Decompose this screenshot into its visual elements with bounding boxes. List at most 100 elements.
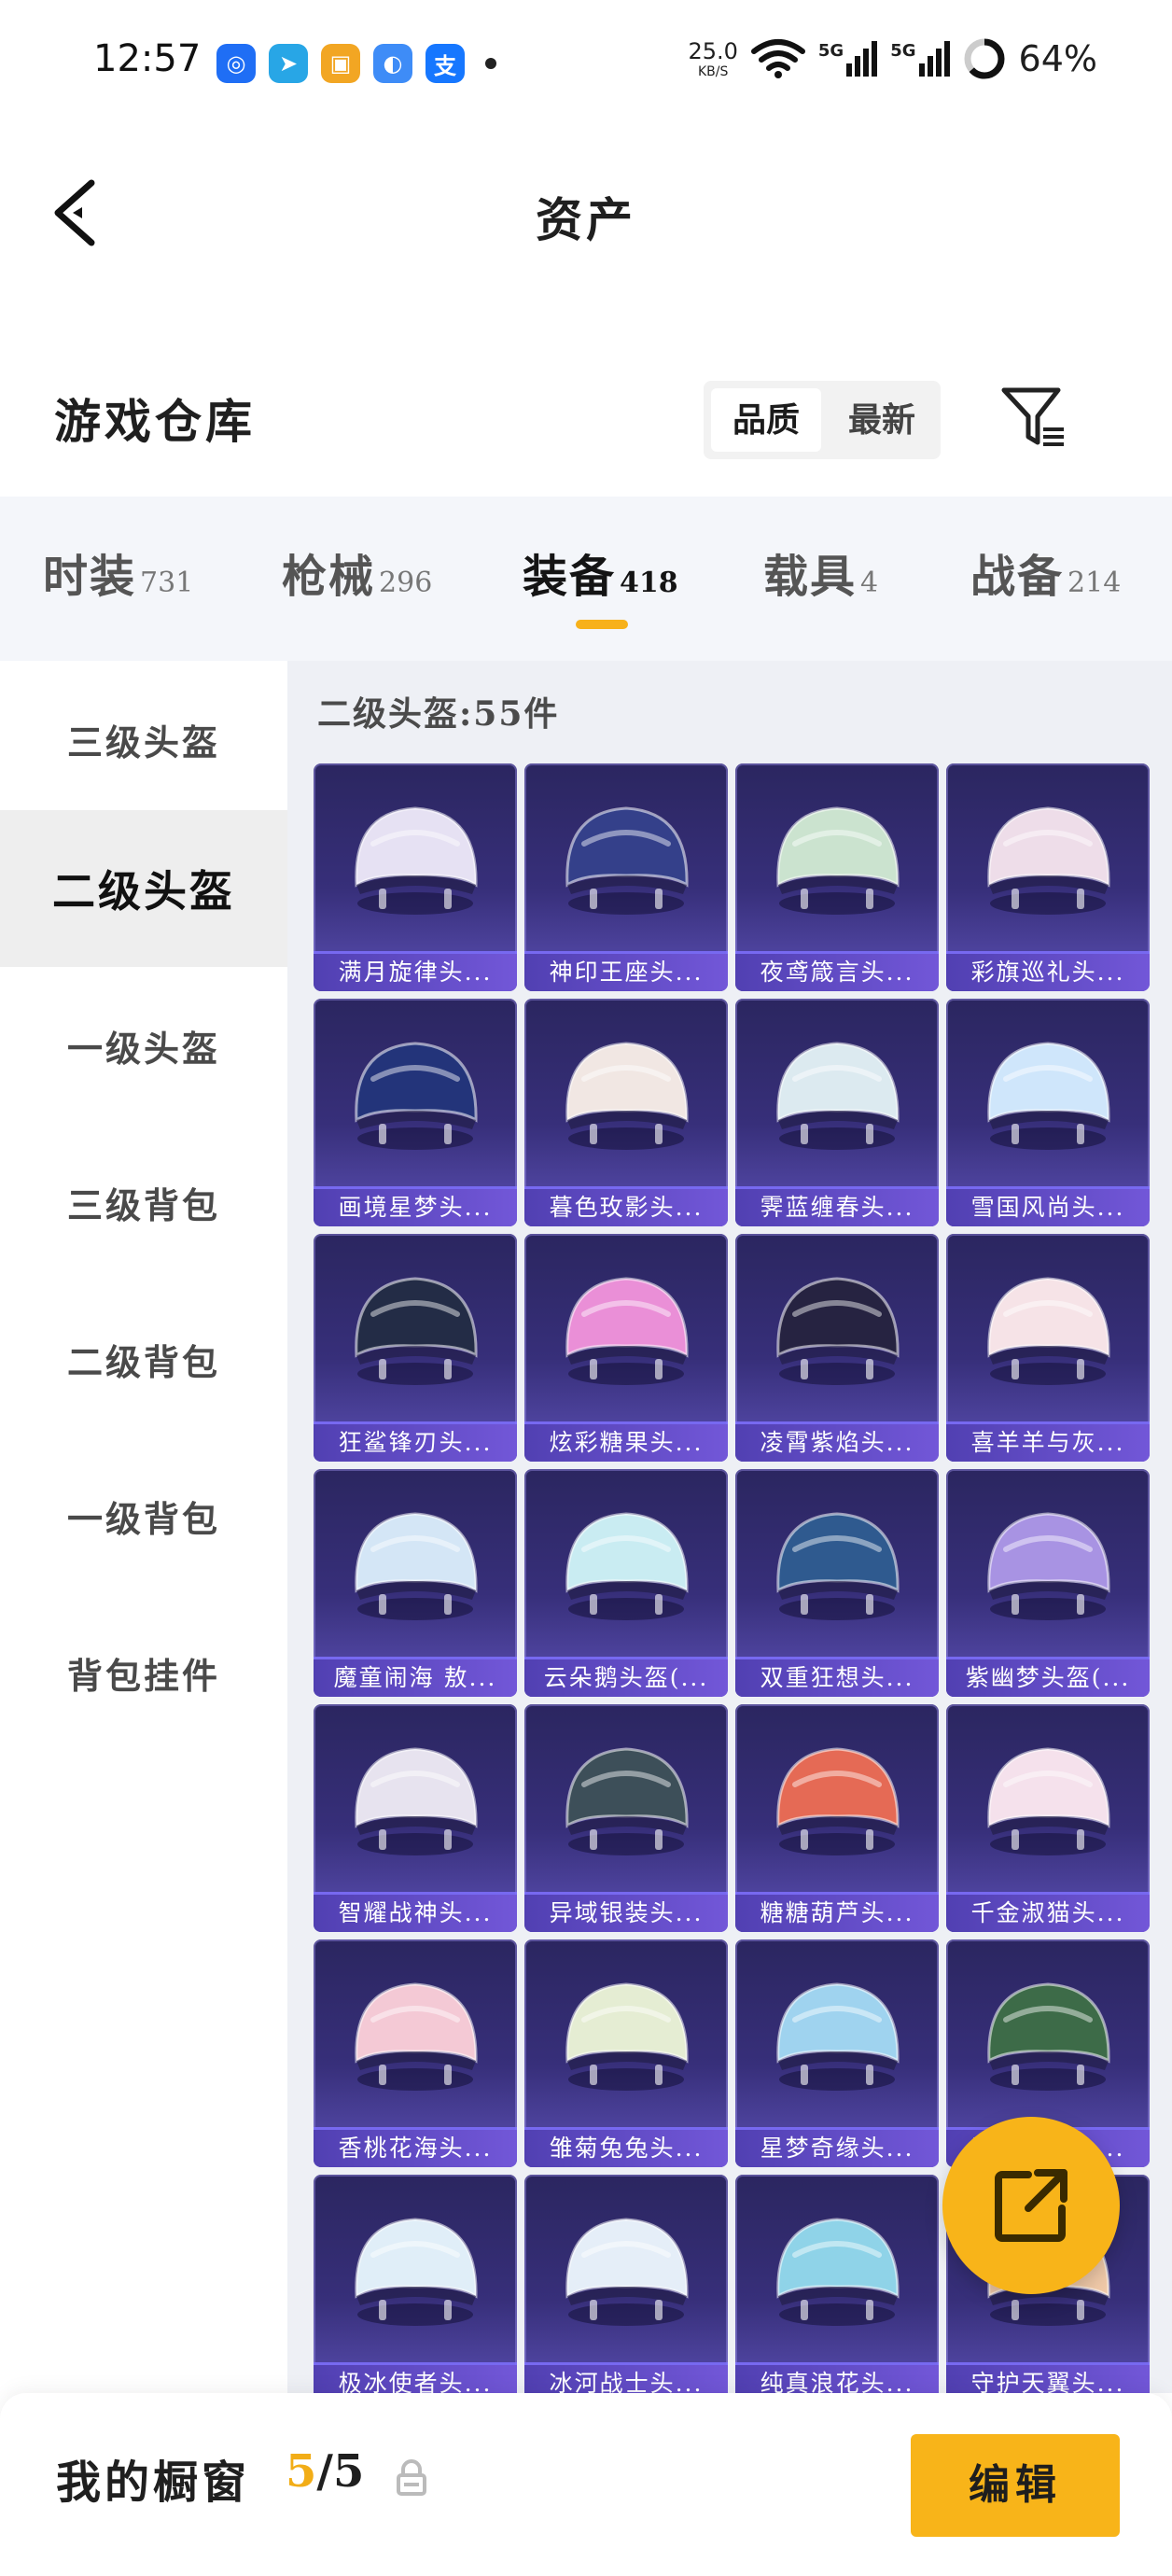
status-bar: 12:57 ◎ ➤ ▣ ◐ 支 25.0 KB/S 5G 5G 64% bbox=[0, 0, 1172, 131]
top-header: 资产 bbox=[0, 131, 1172, 308]
share-export-icon bbox=[995, 2169, 1067, 2242]
helmet-card[interactable]: 画境星梦头... bbox=[314, 999, 517, 1226]
helmet-card[interactable]: 满月旋律头... bbox=[314, 763, 517, 991]
helmet-card[interactable]: 夜鸢箴言头... bbox=[735, 763, 939, 991]
sidebar-item-level1-backpack[interactable]: 一级背包 bbox=[0, 1437, 287, 1594]
helmet-icon bbox=[565, 1042, 689, 1150]
tab-fashion[interactable]: 时装 731 bbox=[43, 539, 193, 605]
helmet-card[interactable]: 千金淑猫头... bbox=[946, 1704, 1150, 1932]
helmet-card-name: 凌霄紫焰头... bbox=[735, 1424, 939, 1462]
signal-5g-1-label: 5G bbox=[817, 41, 844, 61]
sidebar-item-level2-backpack[interactable]: 二级背包 bbox=[0, 1281, 287, 1437]
tab-vehicles[interactable]: 载具 4 bbox=[763, 539, 878, 605]
wifi-icon bbox=[750, 39, 805, 78]
helmet-card-name: 喜羊羊与灰... bbox=[946, 1424, 1150, 1462]
helmet-card[interactable]: 雏菊兔兔头... bbox=[524, 1939, 728, 2167]
edit-button[interactable]: 编辑 bbox=[911, 2434, 1120, 2537]
helmet-card[interactable]: 冰河战士头... bbox=[524, 2175, 728, 2393]
network-speed-unit: KB/S bbox=[697, 63, 729, 79]
tab-equipment-label: 装备 bbox=[523, 551, 617, 603]
signal-5g-2-label: 5G bbox=[890, 41, 916, 61]
helmet-icon bbox=[355, 1042, 478, 1150]
helmet-card[interactable]: 喜羊羊与灰... bbox=[946, 1234, 1150, 1462]
showcase-total: 5 bbox=[332, 2445, 365, 2498]
helmet-card[interactable]: 纯真浪花头... bbox=[735, 2175, 939, 2393]
helmet-card[interactable]: 雪国风尚头... bbox=[946, 999, 1150, 1226]
helmet-icon bbox=[355, 1277, 478, 1385]
helmet-icon bbox=[987, 806, 1110, 915]
helmet-icon bbox=[776, 2218, 900, 2326]
helmet-card-name: 冰河战士头... bbox=[524, 2365, 728, 2393]
helmet-card[interactable]: 香桃花海头... bbox=[314, 1939, 517, 2167]
helmet-card-name: 云朵鹅头盔(... bbox=[524, 1659, 728, 1697]
filter-icon[interactable] bbox=[1000, 385, 1067, 452]
helmet-card-name: 香桃花海头... bbox=[314, 2130, 517, 2167]
helmet-icon bbox=[565, 1512, 689, 1620]
helmet-card[interactable]: 极冰使者头... bbox=[314, 2175, 517, 2393]
helmet-card[interactable]: 魔童闹海 敖... bbox=[314, 1469, 517, 1697]
target-app-icon: ◎ bbox=[216, 44, 256, 83]
helmet-card-name: 星梦奇缘头... bbox=[735, 2130, 939, 2167]
tab-fashion-count: 731 bbox=[140, 567, 194, 599]
helmet-card[interactable]: 云朵鹅头盔(... bbox=[524, 1469, 728, 1697]
helmet-card-name: 狂鲨锋刃头... bbox=[314, 1424, 517, 1462]
tab-fashion-label: 时装 bbox=[43, 551, 137, 603]
tab-equipment[interactable]: 装备 418 bbox=[523, 539, 678, 605]
helmet-card-name: 神印王座头... bbox=[524, 954, 728, 991]
helmet-card[interactable]: 狂鲨锋刃头... bbox=[314, 1234, 517, 1462]
sort-quality-button[interactable]: 品质 bbox=[711, 388, 821, 452]
helmet-icon bbox=[565, 806, 689, 915]
signal-5g-1-icon: 5G bbox=[817, 41, 878, 77]
helmet-card[interactable]: 糖糖葫芦头... bbox=[735, 1704, 939, 1932]
sidebar-item-level1-helmet[interactable]: 一级头盔 bbox=[0, 967, 287, 1124]
tab-equipment-count: 418 bbox=[620, 567, 678, 599]
lock-icon bbox=[397, 2459, 426, 2496]
helmet-card[interactable]: 炫彩糖果头... bbox=[524, 1234, 728, 1462]
showcase-current: 5 bbox=[286, 2445, 317, 2498]
helmet-icon bbox=[355, 1982, 478, 2091]
helmet-icon bbox=[565, 1982, 689, 2091]
helmet-icon bbox=[776, 1042, 900, 1150]
helmet-card-name: 炫彩糖果头... bbox=[524, 1424, 728, 1462]
helmet-card[interactable]: 紫幽梦头盔(... bbox=[946, 1469, 1150, 1697]
helmet-card[interactable]: 异域银装头... bbox=[524, 1704, 728, 1932]
page-title: 资产 bbox=[536, 192, 636, 247]
helmet-card[interactable]: 神印王座头... bbox=[524, 763, 728, 991]
sort-latest-button[interactable]: 最新 bbox=[827, 388, 937, 452]
helmet-icon bbox=[776, 1277, 900, 1385]
helmet-card[interactable]: 智耀战神头... bbox=[314, 1704, 517, 1932]
helmet-icon bbox=[565, 1277, 689, 1385]
helmet-card-name: 霁蓝缠春头... bbox=[735, 1189, 939, 1226]
tab-vehicles-count: 4 bbox=[860, 567, 879, 599]
helmet-icon bbox=[355, 806, 478, 915]
helmet-icon bbox=[987, 1747, 1110, 1855]
tab-firearms[interactable]: 枪械 296 bbox=[282, 539, 432, 605]
helmet-icon bbox=[776, 1512, 900, 1620]
showcase-separator: / bbox=[316, 2445, 333, 2498]
active-tab-indicator bbox=[576, 620, 628, 629]
helmet-card[interactable]: 暮色玫影头... bbox=[524, 999, 728, 1226]
sidebar-item-level2-helmet[interactable]: 二级头盔 bbox=[0, 810, 287, 967]
tab-combat-gear[interactable]: 战备 214 bbox=[970, 539, 1121, 605]
helmet-card-name: 守护天翼头... bbox=[946, 2365, 1150, 2393]
helmet-card-name: 极冰使者头... bbox=[314, 2365, 517, 2393]
helmet-card[interactable]: 星梦奇缘头... bbox=[735, 1939, 939, 2167]
helmet-card[interactable]: 双重狂想头... bbox=[735, 1469, 939, 1697]
helmet-card-name: 彩旗巡礼头... bbox=[946, 954, 1150, 991]
helmet-card[interactable]: 凌霄紫焰头... bbox=[735, 1234, 939, 1462]
helmet-card-name: 糖糖葫芦头... bbox=[735, 1895, 939, 1932]
network-speed-value: 25.0 bbox=[688, 37, 738, 64]
sidebar-item-level3-helmet[interactable]: 三级头盔 bbox=[0, 661, 287, 818]
helmet-card[interactable]: 霁蓝缠春头... bbox=[735, 999, 939, 1226]
alipay-icon: 支 bbox=[426, 44, 465, 83]
helmet-card-name: 千金淑猫头... bbox=[946, 1895, 1150, 1932]
network-speed: 25.0 KB/S bbox=[688, 40, 737, 78]
sidebar-item-level3-backpack[interactable]: 三级背包 bbox=[0, 1124, 287, 1281]
sidebar-item-backpack-charm[interactable]: 背包挂件 bbox=[0, 1594, 287, 1751]
share-button[interactable] bbox=[942, 2117, 1120, 2294]
showcase-bar: 我的橱窗 5/5 编辑 bbox=[0, 2393, 1172, 2576]
showcase-label: 我的橱窗 bbox=[56, 2457, 251, 2509]
category-tabs: 时装 731 枪械 296 装备 418 载具 4 战备 214 bbox=[0, 497, 1172, 661]
helmet-card[interactable]: 彩旗巡礼头... bbox=[946, 763, 1150, 991]
helmet-icon bbox=[565, 1747, 689, 1855]
